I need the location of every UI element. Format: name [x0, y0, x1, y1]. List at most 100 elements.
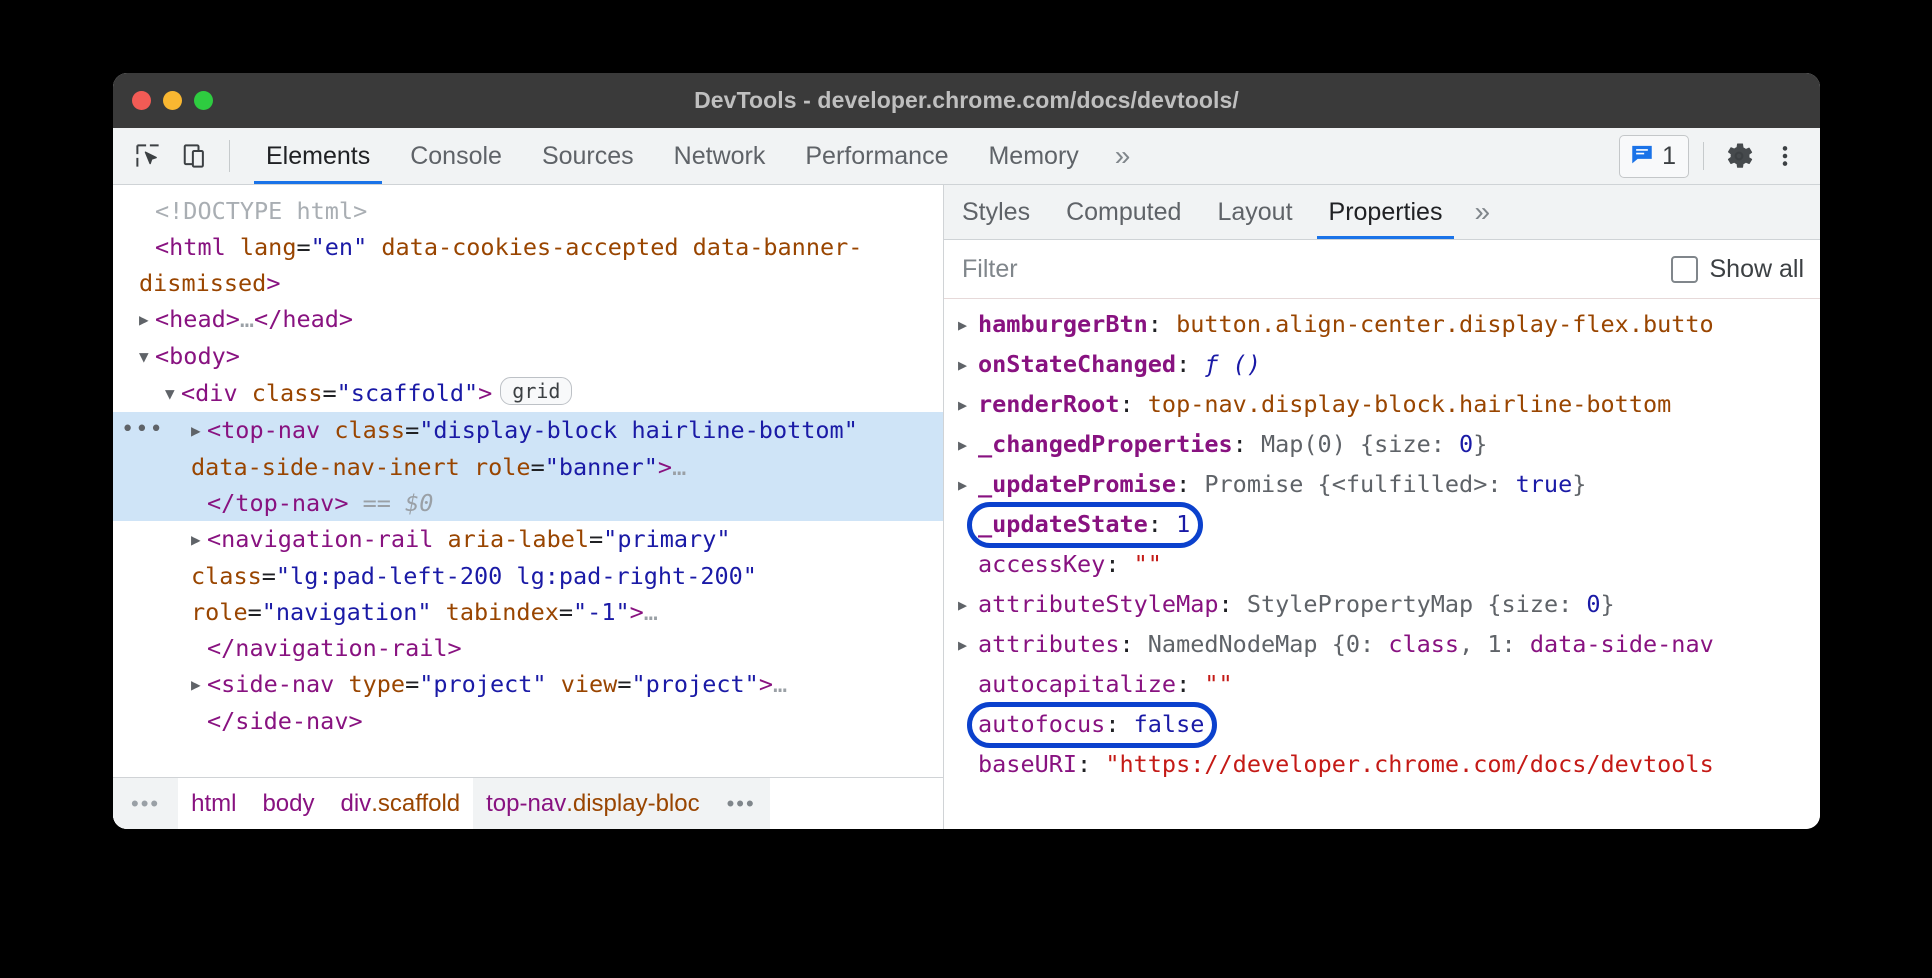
property-value: NamedNodeMap {0: [1148, 630, 1389, 658]
more-tabs-icon[interactable]: » [1099, 128, 1147, 184]
property-colon: : [1148, 510, 1176, 538]
tab-elements[interactable]: Elements [246, 128, 390, 184]
tab-sources[interactable]: Sources [522, 128, 654, 184]
chevron-right-icon[interactable]: ▶ [191, 413, 207, 449]
property-row[interactable]: ▶onStateChanged: ƒ () [944, 345, 1820, 385]
chevron-right-icon[interactable]: ▶ [191, 522, 207, 558]
dom-token-attr: class [334, 416, 405, 444]
property-row[interactable]: ▶attributeStyleMap: StylePropertyMap {si… [944, 585, 1820, 625]
breadcrumb-overflow-left[interactable]: ••• [113, 778, 178, 829]
filter-input[interactable] [962, 255, 1671, 284]
tab-computed[interactable]: Computed [1048, 185, 1199, 239]
sidebar-more-tabs-icon[interactable]: » [1460, 185, 1504, 239]
chevron-right-icon[interactable]: ▶ [139, 302, 155, 338]
property-row[interactable]: ▶_updatePromise: Promise {<fulfilled>: t… [944, 465, 1820, 505]
devtools-panes: <!DOCTYPE html><html lang="en" data-cook… [113, 185, 1820, 829]
dom-token-attr: data-cookies-accepted [367, 233, 678, 261]
traffic-light-controls [113, 91, 213, 110]
minimize-window-button[interactable] [163, 91, 182, 110]
dom-node-badge-dots[interactable]: ••• [121, 412, 164, 448]
tab-network[interactable]: Network [654, 128, 786, 184]
dom-node-row[interactable]: ▶<head>…</head> [113, 301, 943, 338]
chevron-right-icon[interactable]: ▶ [958, 346, 978, 385]
breadcrumb-item[interactable]: html [178, 778, 249, 829]
dom-token-txt: = [296, 233, 310, 261]
property-colon: : [1119, 390, 1147, 418]
kebab-menu-icon[interactable] [1764, 135, 1806, 177]
chevron-right-icon[interactable]: ▶ [958, 466, 978, 505]
close-window-button[interactable] [132, 91, 151, 110]
dom-node-row[interactable]: ▶<navigation-rail aria-label="primary" c… [113, 521, 943, 666]
property-colon: : [1176, 350, 1204, 378]
dom-tree[interactable]: <!DOCTYPE html><html lang="en" data-cook… [113, 185, 943, 777]
tab-memory[interactable]: Memory [968, 128, 1098, 184]
show-all-control[interactable]: Show all [1671, 255, 1805, 284]
properties-list[interactable]: ▶hamburgerBtn: button.align-center.displ… [944, 299, 1820, 829]
dom-node-row[interactable]: ▼<body> [113, 338, 943, 375]
tab-performance[interactable]: Performance [785, 128, 968, 184]
gear-icon[interactable] [1718, 135, 1760, 177]
tab-styles[interactable]: Styles [944, 185, 1048, 239]
chevron-right-icon[interactable]: ▶ [958, 306, 978, 345]
tab-styles-label: Styles [962, 198, 1030, 227]
breadcrumb-item[interactable]: top-nav.display-bloc [473, 778, 712, 829]
dom-token-attr: lang [240, 233, 297, 261]
property-value: "https://developer.chrome.com/docs/devto… [1105, 750, 1713, 778]
dom-token-attr: role [460, 453, 531, 481]
dom-token-txt: = [248, 598, 262, 626]
property-name: attributes [978, 630, 1119, 658]
dom-token-attr: class [252, 379, 323, 407]
chevron-down-icon[interactable]: ▼ [139, 339, 155, 375]
inspect-cursor-icon[interactable] [127, 135, 169, 177]
device-toolbar-icon[interactable] [175, 135, 217, 177]
property-row[interactable]: ▶accessKey: "" [944, 545, 1820, 585]
property-value: } [1473, 430, 1487, 458]
message-bubble-icon [1629, 141, 1655, 172]
tab-properties[interactable]: Properties [1311, 185, 1461, 239]
dom-node-row[interactable]: •••▶<top-nav class="display-block hairli… [113, 412, 943, 521]
dom-node-row[interactable]: <!DOCTYPE html> [113, 193, 943, 229]
breadcrumb-item[interactable]: div.scaffold [328, 778, 474, 829]
property-name: autocapitalize [978, 670, 1176, 698]
property-row[interactable]: ▶_changedProperties: Map(0) {size: 0} [944, 425, 1820, 465]
breadcrumb-overflow-right[interactable]: ••• [713, 778, 770, 829]
property-colon: : [1119, 630, 1147, 658]
grid-badge[interactable]: grid [500, 377, 572, 405]
tab-console[interactable]: Console [390, 128, 522, 184]
property-row[interactable]: ▶baseURI: "https://developer.chrome.com/… [944, 745, 1820, 785]
property-row[interactable]: ▶hamburgerBtn: button.align-center.displ… [944, 305, 1820, 345]
tab-layout-label: Layout [1217, 198, 1292, 227]
chevron-right-icon[interactable]: ▶ [191, 667, 207, 703]
chevron-right-icon[interactable]: ▶ [958, 426, 978, 465]
dom-token-val: "-1" [573, 598, 630, 626]
property-name: onStateChanged [978, 350, 1176, 378]
dom-node-row[interactable]: ▼<div class="scaffold">grid [113, 375, 943, 412]
status-badge[interactable]: 1 [1619, 135, 1689, 178]
dom-token-txt: = [531, 453, 545, 481]
dom-token-tag: </head> [254, 305, 353, 333]
maximize-window-button[interactable] [194, 91, 213, 110]
dom-token-tag: > [630, 598, 644, 626]
tab-layout[interactable]: Layout [1199, 185, 1310, 239]
property-row[interactable]: ▶autocapitalize: "" [944, 665, 1820, 705]
property-row[interactable]: ▶_updateState: 1 [944, 505, 1820, 545]
property-value: ƒ () [1204, 350, 1261, 378]
dom-node-row[interactable]: <html lang="en" data-cookies-accepted da… [113, 229, 943, 301]
property-row[interactable]: ▶autofocus: false [944, 705, 1820, 745]
property-value: StylePropertyMap {size: [1247, 590, 1587, 618]
breadcrumb-item-tag: html [191, 790, 236, 818]
show-all-checkbox[interactable] [1671, 256, 1698, 283]
dom-node-row[interactable]: ▶<side-nav type="project" view="project"… [113, 666, 943, 739]
devtools-main-toolbar: Elements Console Sources Network Perform… [113, 128, 1820, 185]
breadcrumb[interactable]: ••• html bodydiv.scaffoldtop-nav.display-b… [113, 777, 943, 829]
property-colon: : [1148, 310, 1176, 338]
breadcrumb-item[interactable]: body [249, 778, 327, 829]
chevron-down-icon[interactable]: ▼ [165, 376, 181, 412]
property-row[interactable]: ▶renderRoot: top-nav.display-block.hairl… [944, 385, 1820, 425]
chevron-right-icon[interactable]: ▶ [958, 386, 978, 425]
tab-memory-label: Memory [988, 142, 1078, 171]
chevron-right-icon[interactable]: ▶ [958, 626, 978, 665]
chevron-right-icon[interactable]: ▶ [958, 586, 978, 625]
property-row[interactable]: ▶attributes: NamedNodeMap {0: class, 1: … [944, 625, 1820, 665]
toolbar-right-divider [1703, 142, 1704, 170]
